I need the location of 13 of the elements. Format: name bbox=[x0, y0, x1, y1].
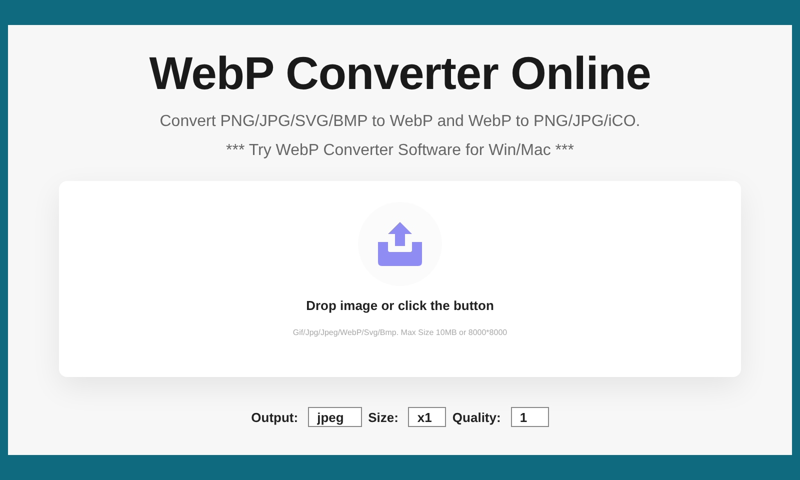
format-hint: Gif/Jpg/Jpeg/WebP/Svg/Bmp. Max Size 10MB or 8000*8000 bbox=[292, 328, 508, 337]
drop-zone[interactable]: Drop image or click the button Gif/Jpg/Jpeg/WebP/Svg/Bmp. Max Size 10MB or 8000*8000 bbox=[59, 181, 741, 377]
option-label: Output: bbox=[251, 410, 298, 424]
option-label: Quality: bbox=[452, 410, 501, 424]
option-field[interactable]: x1 bbox=[408, 407, 446, 427]
page-title: WebP Converter Online bbox=[149, 46, 651, 101]
subtitle: Convert PNG/JPG/SVG/BMP to WebP and WebP to PNG/JPG/iCO. bbox=[160, 113, 640, 131]
drop-label: Drop image or click the button bbox=[306, 298, 494, 313]
option-field[interactable]: 1 bbox=[510, 407, 549, 427]
option-label: Size: bbox=[368, 410, 398, 424]
software-link[interactable]: *** Try WebP Converter Software for Win/Mac *** bbox=[226, 142, 574, 160]
upload-icon bbox=[376, 222, 424, 266]
option-field[interactable]: jpeg bbox=[308, 407, 362, 427]
